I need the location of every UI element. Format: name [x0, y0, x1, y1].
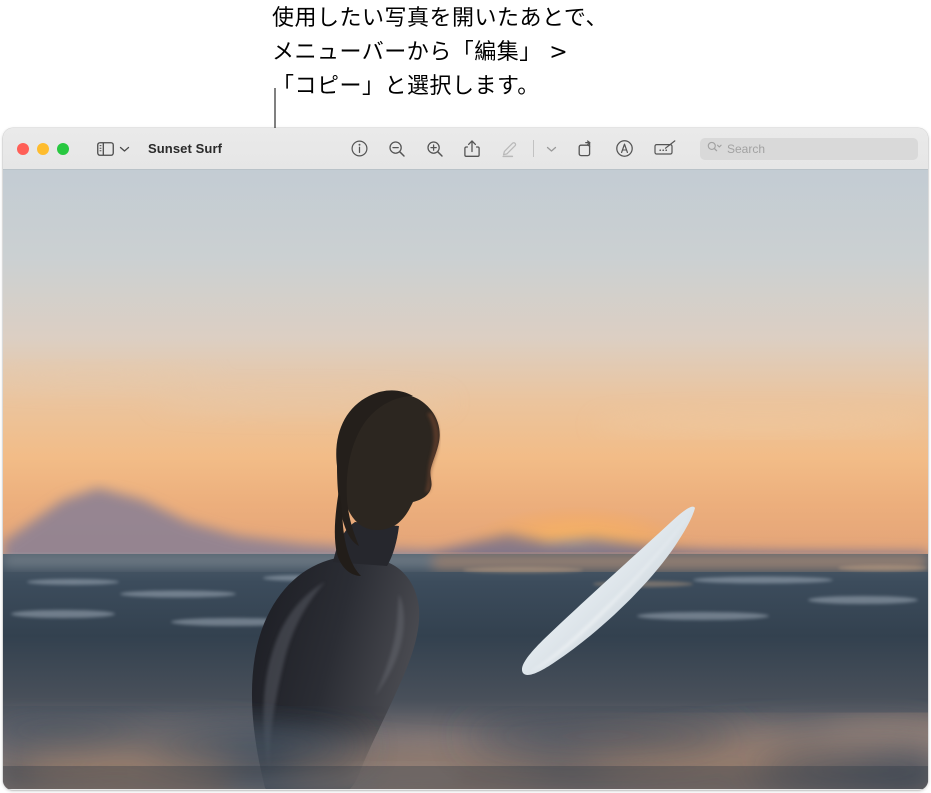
sunset-surf-photo	[3, 170, 928, 789]
chevron-down-icon[interactable]	[546, 145, 557, 153]
close-window-button[interactable]	[17, 142, 29, 155]
search-icon	[707, 140, 722, 158]
toolbar-actions: Search	[351, 137, 918, 160]
photo-canvas[interactable]	[3, 170, 928, 789]
annotation-callout-text: 使用したい写真を開いたあとで、 メニューバーから「編集」 > 「コピー」と選択し…	[272, 6, 608, 99]
sidebar-controls	[97, 141, 130, 156]
page-title: Sunset Surf	[148, 141, 223, 156]
minimize-window-button[interactable]	[37, 142, 49, 155]
signature-icon[interactable]	[654, 140, 678, 157]
search-input[interactable]: Search	[700, 137, 918, 160]
zoom-out-icon[interactable]	[388, 140, 406, 158]
search-placeholder-text: Search	[727, 141, 766, 156]
markup-pen-icon[interactable]	[500, 139, 519, 158]
toolbar-divider	[533, 140, 534, 157]
chevron-down-icon[interactable]	[119, 145, 130, 153]
traffic-lights	[17, 142, 69, 155]
annotate-icon[interactable]	[615, 139, 634, 158]
rotate-icon[interactable]	[577, 139, 595, 158]
zoom-in-icon[interactable]	[426, 140, 444, 158]
preview-window: Sunset Surf Search	[3, 128, 928, 790]
maximize-window-button[interactable]	[57, 142, 69, 155]
share-icon[interactable]	[464, 139, 480, 158]
info-icon[interactable]	[351, 140, 368, 157]
sidebar-icon[interactable]	[97, 141, 114, 156]
window-toolbar: Sunset Surf Search	[3, 128, 928, 170]
